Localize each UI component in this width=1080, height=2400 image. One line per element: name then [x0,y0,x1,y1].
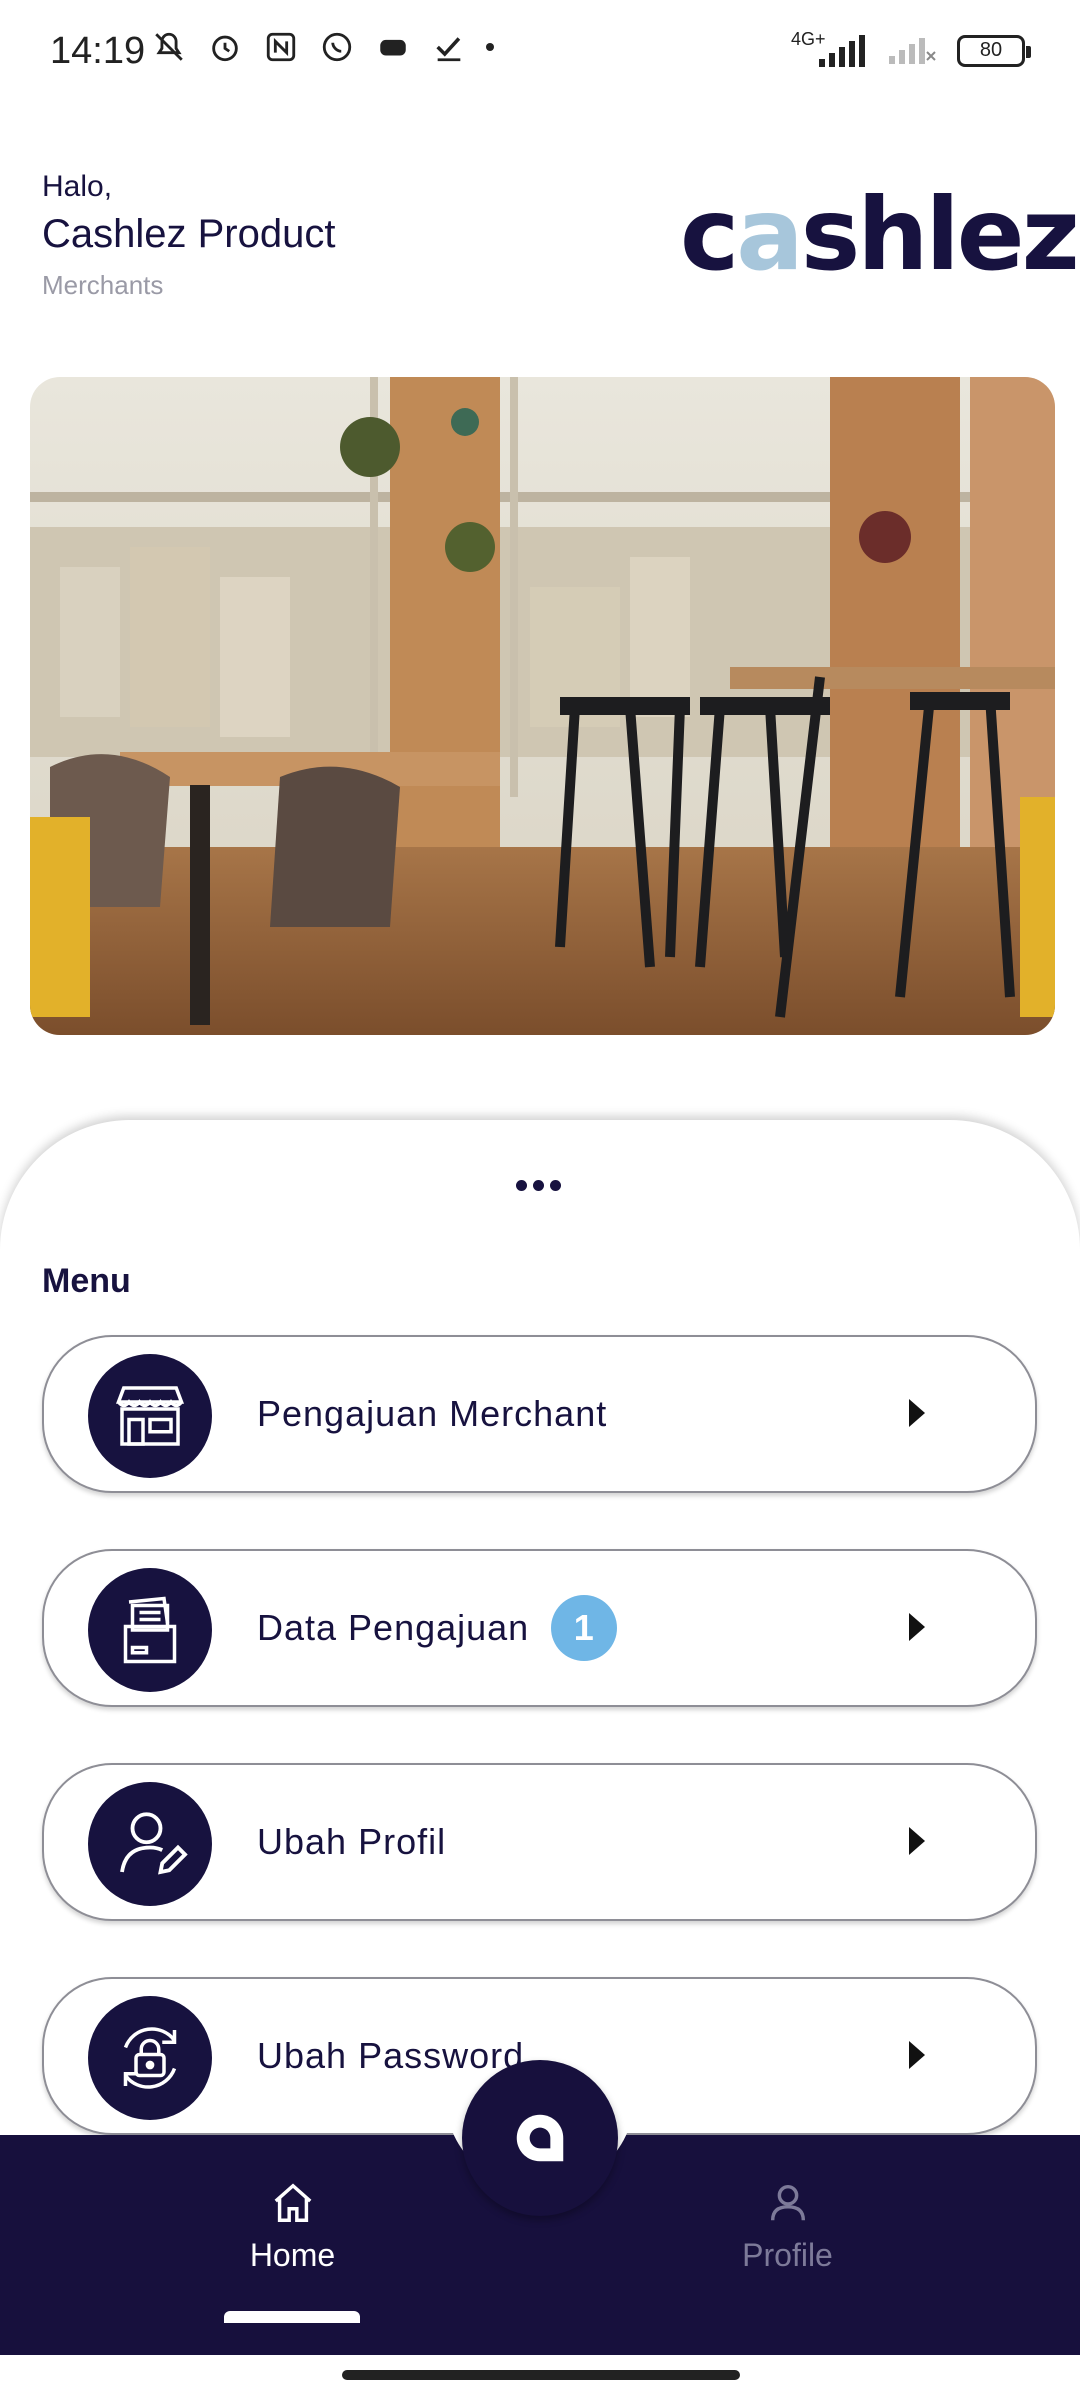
logo-part-accent: a [736,176,804,293]
nav-tab-home[interactable]: Home [230,2180,355,2274]
cashlez-fab-button[interactable] [462,2060,618,2216]
status-time: 14:19 [50,30,146,72]
mute-bell-icon [150,28,188,66]
home-icon [274,2183,311,2222]
document-folder-icon [88,1568,212,1692]
active-tab-indicator [224,2311,360,2323]
chevron-right-icon [909,1613,925,1641]
signal-weak-icon [887,30,939,71]
game-icon [374,28,412,66]
more-notifications-dot [486,43,494,51]
user-name: Cashlez Product [42,212,336,256]
logo-part: shlez [800,176,1080,293]
nav-home-label: Home [249,2237,336,2273]
menu-title: Menu [42,1262,131,1300]
whatsapp-icon [318,28,356,66]
chevron-right-icon [909,1399,925,1427]
chevron-right-icon [909,2041,925,2069]
battery-icon: 80 [957,34,1031,67]
menu-item-label: Data Pengajuan [257,1607,530,1648]
menu-item-label: Ubah Profil [257,1821,447,1862]
menu-item-ubah-profil[interactable]: Ubah Profil [42,1763,1037,1921]
nav-profile-label: Profile [742,2237,833,2273]
store-icon [88,1354,212,1478]
greeting-text: Halo, [42,170,113,203]
notification-count-badge: 1 [551,1595,618,1661]
user-edit-icon [88,1782,212,1906]
status-bar: 14:19 4G+ 80 [0,0,1080,100]
menu-item-label: Pengajuan Merchant [257,1393,608,1434]
menu-item-data-pengajuan[interactable]: Data Pengajuan 1 [42,1549,1037,1707]
profile-icon [770,2184,805,2221]
cashlez-mark-icon [516,2114,564,2162]
status-notification-icons [150,28,494,66]
network-type-label: 4G+ [791,28,826,49]
user-role: Merchants [42,270,164,300]
signal-icon: 4G+ [791,29,869,69]
nfc-icon [262,28,300,66]
cashlez-logo: cashlez [680,185,1080,285]
menu-item-label-row: Data Pengajuan 1 [257,1551,618,1705]
lock-refresh-icon [88,1996,212,2120]
hero-cafe-image [30,377,1055,1035]
nav-tab-profile[interactable]: Profile [725,2180,850,2274]
checkmark-icon [430,28,468,66]
system-gesture-bar[interactable] [342,2370,740,2380]
chevron-right-icon [909,1827,925,1855]
alarm-icon [206,28,244,66]
logo-part: c [680,176,739,293]
sheet-drag-handle[interactable] [516,1180,561,1191]
menu-item-pengajuan-merchant[interactable]: Pengajuan Merchant [42,1335,1037,1493]
status-system-icons: 4G+ 80 [791,29,1031,71]
